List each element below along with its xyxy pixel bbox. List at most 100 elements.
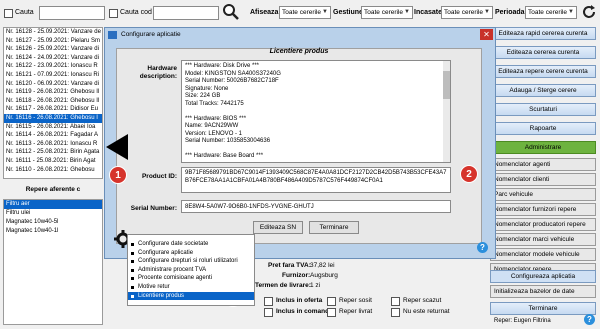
termen-value: 1 zi [310,282,321,289]
edit-quick-request-button[interactable]: Editeaza rapid cererea curenta [490,27,596,40]
nomenclator-producatori-button[interactable]: Nomenclator producatori repere [490,218,596,231]
cauta-cod-label: Cauta cod [120,9,152,16]
gestiune-select[interactable]: Toate cererile ▼ [361,6,413,19]
nomenclator-modele-button[interactable]: Nomenclator modele vehicule [490,248,596,261]
licensing-group: Licentiere produs Hardware description: … [116,48,482,244]
request-list-item[interactable]: Nr. 16121 - 07.09.2021: Ionascu Ri [4,71,102,80]
callout-2: 2 [460,165,478,183]
menu-item[interactable]: Configurare date societate [128,240,254,249]
app-icon [108,31,117,39]
request-list-item[interactable]: Nr. 16122 - 23.09.2021: Ionascu R [4,62,102,71]
reper-sosit-checkbox[interactable] [327,297,336,306]
pret-value: 37,82 lei [310,262,335,269]
cauta-label: Cauta [15,9,34,16]
perioada-select[interactable]: Toate cererile ▼ [525,6,577,19]
menu-item[interactable]: Licentiere produs [128,291,254,301]
menu-item[interactable]: Procente comisioane agenti [128,274,254,283]
hardware-line: Model: KINGSTON SA400S37240G [185,70,281,77]
reper-sosit-label: Reper sosit [339,297,372,304]
inclus-comanda-label: Inclus in comanda [276,308,333,315]
request-list-item[interactable]: Nr. 16126 - 25.09.2021: Vanzare di [4,45,102,54]
reper-scazut-checkbox[interactable] [391,297,400,306]
menu-item[interactable]: Configurare aplicatie [128,249,254,258]
hardware-line: Signature: None [185,85,229,92]
furnizor-label: Furnizor: [282,272,311,279]
licensing-group-title: Licentiere produs [269,48,329,55]
reper-scazut-label: Reper scazut [403,297,442,304]
nomenclator-marci-button[interactable]: Nomenclator marci vehicule [490,233,596,246]
inclus-oferta-checkbox[interactable] [264,297,273,306]
repere-list[interactable]: Filtru aer Filtru ulei Magnatec 10w40-5l Ma… [3,199,103,325]
scrollbar[interactable] [443,61,450,162]
afiseaza-select[interactable]: Toate cererile ▼ [279,6,331,19]
repere-list-item[interactable]: Magnatec 10w40-1l [4,227,102,236]
close-icon[interactable]: ✕ [480,29,493,40]
nomenclator-agenti-button[interactable]: Nomenclator agenti [490,158,596,171]
hardware-line: Serial Number: 1035853004636 [185,138,271,144]
repere-list-item[interactable]: Magnatec 10w40-5l [4,218,102,227]
request-list-item[interactable]: Nr. 16112 - 25.08.2021: Birin Agata [4,148,102,157]
reper-livrat-label: Reper livrat [339,308,373,315]
repere-list-item[interactable]: Filtru aer [4,200,102,209]
request-list-item[interactable]: Nr. 16120 - 06.09.2021: Vanzare di [4,80,102,89]
request-list-item[interactable]: Nr. 16119 - 26.08.2021: Ghebosu Il [4,88,102,97]
incasate-label: Incasate: [414,9,445,16]
hardware-line: *** Hardware: Base Board *** [185,153,264,159]
parc-vehicule-button[interactable]: Parc vehicule [490,188,596,201]
edit-repere-button[interactable]: Editeaza repere cerere curenta [490,65,596,78]
dialog-title: Configurare aplicatie [121,31,181,38]
search-input[interactable] [39,6,105,20]
hardware-line: Name: 9ACN29WW [185,123,239,129]
incasate-select[interactable]: Toate cererile ▼ [441,6,493,19]
edit-request-button[interactable]: Editeaza cererea curenta [490,46,596,59]
terminate-main-button[interactable]: Terminare [490,302,596,315]
request-list-item[interactable]: Nr. 16118 - 26.08.2021: Ghebosu Il [4,97,102,106]
serial-number-field[interactable]: 8E8W4-5A0W7-9O6B0-1NFDS-YVGNE-GHUTJ [181,200,451,213]
request-list-item[interactable]: Nr. 16114 - 26.08.2021: Fagadar A [4,131,102,140]
inclus-comanda-checkbox[interactable] [264,308,273,317]
help-icon[interactable]: ? [584,314,595,325]
init-db-button[interactable]: Initializeaza bazelor de date [490,285,596,298]
perioada-label: Perioada: [495,9,527,16]
request-list-item[interactable]: Nr. 16113 - 26.08.2021: Ionascu R [4,140,102,149]
cauta-cod-checkbox[interactable] [109,9,118,18]
administration-button[interactable]: Administrare [490,141,596,154]
request-list-item[interactable]: Nr. 16111 - 25.08.2021: Birin Agat [4,157,102,166]
request-list[interactable]: Nr. 16128 - 25.09.2021: Vanzare de Nr. 16… [3,27,103,179]
termen-label: Termen de livrare: [255,282,311,289]
product-id-field[interactable]: 9B71F85689791BD67C9014F1393409C568C87E4A… [181,167,451,193]
repere-title: Repere aferente c [25,186,81,193]
request-list-item[interactable]: Nr. 16127 - 25.09.2021: Pielaru Sm [4,37,102,46]
refresh-icon[interactable] [581,4,597,20]
request-list-item[interactable]: Nr. 16115 - 26.08.2021: Abaei Ioa [4,123,102,132]
hardware-description-field[interactable]: *** Hardware: Disk Drive *** Model: KINGS… [181,60,451,163]
reper-livrat-checkbox[interactable] [327,308,336,317]
nu-returnat-checkbox[interactable] [391,308,400,317]
help-icon[interactable]: ? [477,242,488,253]
request-list-item[interactable]: Nr. 16117 - 26.08.2021: Didisor Eu [4,105,102,114]
afiseaza-label: Afiseaza: [250,9,281,16]
request-list-item[interactable]: Nr. 16116 - 26.08.2021: Ghebosu I [4,113,102,123]
menu-item[interactable]: Motive retur [128,283,254,292]
request-list-item[interactable]: Nr. 16128 - 25.09.2021: Vanzare de [4,28,102,37]
add-delete-request-button[interactable]: Adauga / Sterge cerere [490,84,596,97]
reports-button[interactable]: Rapoarte [490,122,596,135]
configure-app-button[interactable]: Configureaza aplicatia [490,270,596,283]
cauta-checkbox[interactable] [4,9,13,18]
product-id-label: Product ID: [141,173,177,180]
terminate-dialog-button[interactable]: Terminare [309,221,359,234]
search-icon[interactable] [222,3,240,21]
code-search-input[interactable] [153,6,219,20]
menu-item[interactable]: Administrare procent TVA [128,266,254,275]
nomenclator-clienti-button[interactable]: Nomenclator clienti [490,173,596,186]
hardware-line: Serial Number: 50026B7682C718F [185,78,279,84]
edit-sn-button[interactable]: Editeaza SN [253,221,303,234]
request-list-item[interactable]: Nr. 16124 - 24.09.2021: Vanzare di [4,54,102,63]
menu-item[interactable]: Configurare drepturi si roluri utilizato… [128,257,254,266]
shortcuts-button[interactable]: Scurtaturi [490,103,596,116]
request-list-item[interactable]: Nr. 16110 - 26.08.2021: Ghebosu [4,166,102,175]
config-dialog: Configurare aplicatie ✕ Licentiere produ… [104,27,496,259]
nomenclator-furnizori-button[interactable]: Nomenclator furnizori repere [490,203,596,216]
repere-list-item[interactable]: Filtru ulei [4,209,102,218]
serial-number-label: Serial Number: [130,205,177,212]
